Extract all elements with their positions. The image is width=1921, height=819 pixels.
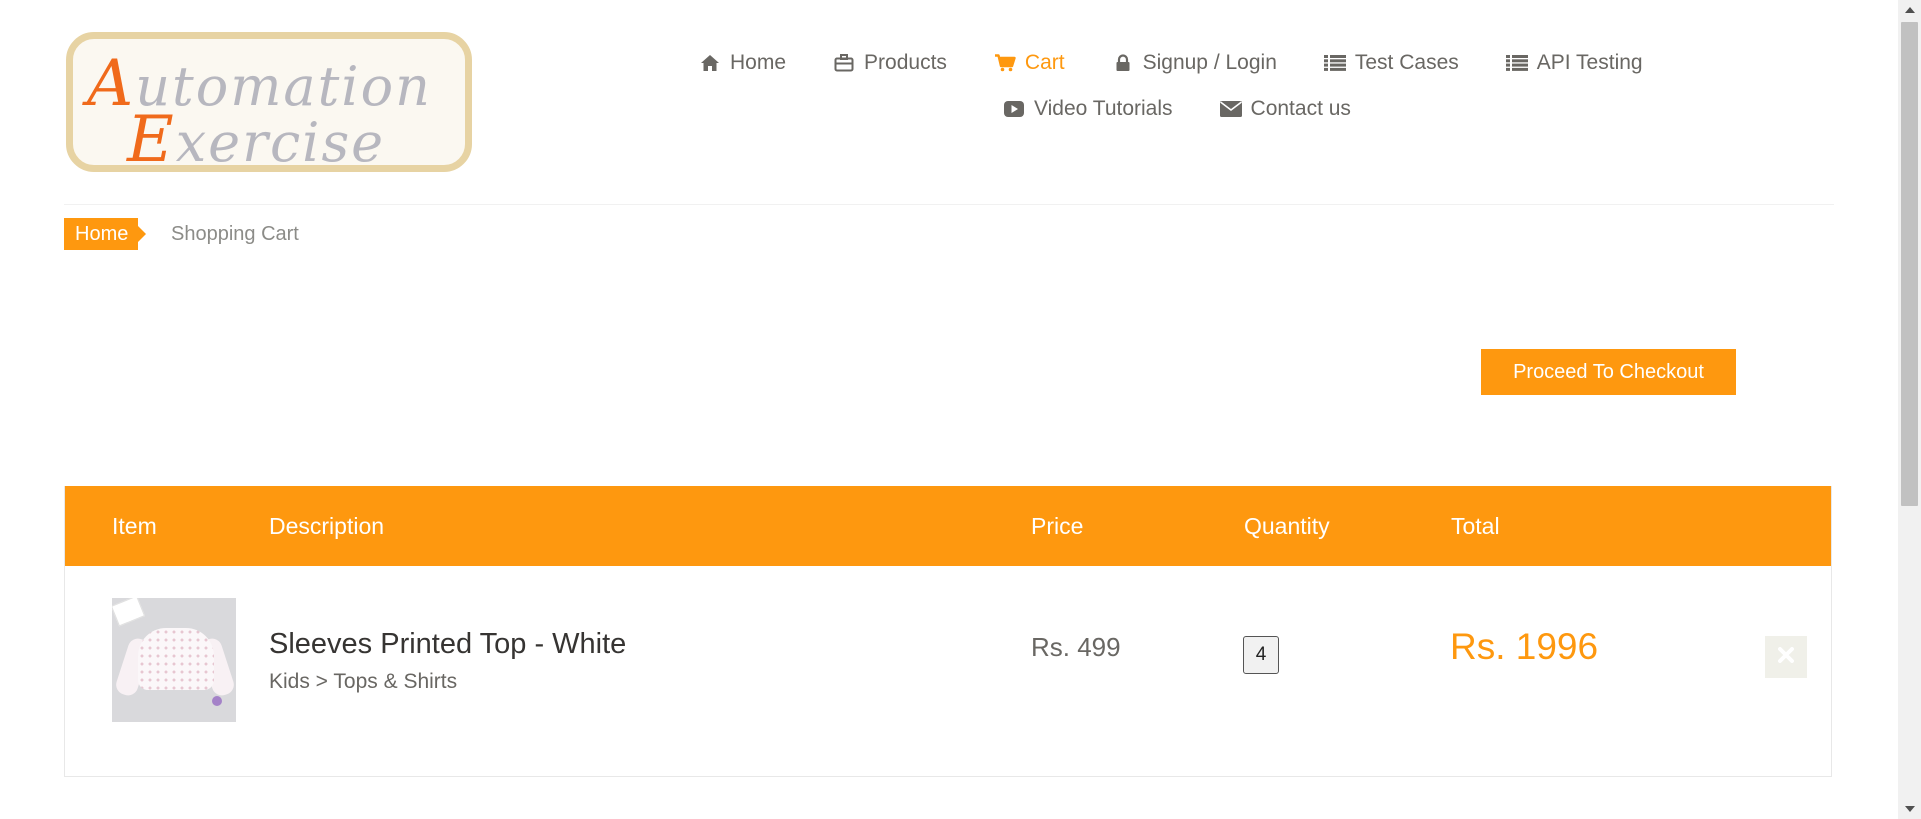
- product-category: Kids > Tops & Shirts: [269, 670, 458, 693]
- cart-header-row: Item Description Price Quantity Total: [65, 486, 1831, 566]
- vertical-scrollbar[interactable]: [1898, 0, 1921, 819]
- site-logo[interactable]: Automation Exercise: [66, 32, 472, 172]
- scroll-down-arrow-icon[interactable]: [1898, 799, 1921, 819]
- cart-table: Item Description Price Quantity Total Sl…: [64, 486, 1832, 777]
- table-row: Sleeves Printed Top - White Kids > Tops …: [65, 566, 1831, 776]
- home-icon: [698, 53, 722, 73]
- product-price: Rs. 499: [1031, 632, 1121, 662]
- nav-home-label: Home: [730, 51, 787, 74]
- scroll-up-arrow-icon[interactable]: [1898, 0, 1921, 20]
- list-icon: [1323, 53, 1347, 73]
- logo-cap-e: E: [127, 103, 176, 172]
- delete-item-button[interactable]: [1765, 636, 1807, 678]
- product-image-body: [138, 628, 214, 690]
- nav-row-1: Home Products Cart Signup / Login Test C…: [698, 46, 1690, 80]
- nav-row-2: Video Tutorials Contact us: [1002, 92, 1690, 126]
- youtube-play-icon: [1002, 99, 1026, 119]
- product-image-tag: [112, 598, 146, 627]
- nav-test-cases-label: Test Cases: [1354, 51, 1459, 74]
- lock-icon: [1111, 53, 1135, 73]
- close-icon: [1778, 646, 1794, 668]
- nav-video-tutorials[interactable]: Video Tutorials: [1002, 97, 1173, 121]
- scrollbar-thumb[interactable]: [1901, 22, 1918, 506]
- breadcrumb-home[interactable]: Home: [64, 218, 147, 250]
- nav-signup-login-label: Signup / Login: [1142, 51, 1277, 74]
- header-divider: [64, 204, 1834, 205]
- header-description: Description: [269, 513, 385, 539]
- nav-video-tutorials-label: Video Tutorials: [1034, 97, 1173, 120]
- nav-test-cases[interactable]: Test Cases: [1323, 51, 1459, 75]
- nav-api-testing[interactable]: API Testing: [1505, 51, 1643, 75]
- nav-contact-us-label: Contact us: [1250, 97, 1351, 120]
- proceed-to-checkout-button[interactable]: Proceed To Checkout: [1481, 349, 1736, 395]
- nav-cart[interactable]: Cart: [993, 51, 1065, 75]
- logo-text-2: xercise: [175, 111, 386, 172]
- product-name-link[interactable]: Sleeves Printed Top - White: [269, 628, 626, 661]
- list-icon: [1505, 53, 1529, 73]
- nav-products[interactable]: Products: [832, 51, 947, 75]
- nav-products-label: Products: [864, 51, 947, 74]
- product-image-pompom: [212, 696, 222, 706]
- shopping-cart-icon: [993, 53, 1017, 73]
- quantity-value: 4: [1243, 636, 1279, 674]
- envelope-icon: [1219, 99, 1243, 119]
- header-total: Total: [1451, 513, 1500, 539]
- briefcase-icon: [832, 53, 856, 73]
- logo-line-2: Exercise: [127, 103, 386, 172]
- nav-signup-login[interactable]: Signup / Login: [1111, 51, 1277, 75]
- nav-contact-us[interactable]: Contact us: [1219, 97, 1351, 121]
- nav-api-testing-label: API Testing: [1536, 51, 1643, 74]
- nav-cart-label: Cart: [1024, 51, 1065, 74]
- product-image[interactable]: [112, 598, 236, 722]
- header-item: Item: [112, 513, 157, 539]
- breadcrumb-current: Shopping Cart: [171, 223, 299, 245]
- page: Automation Exercise Home Products Cart S…: [0, 0, 1898, 819]
- nav-home[interactable]: Home: [698, 51, 786, 75]
- main-nav: Home Products Cart Signup / Login Test C…: [690, 46, 1690, 126]
- header-quantity: Quantity: [1244, 513, 1330, 539]
- product-total: Rs. 1996: [1450, 626, 1599, 667]
- header-price: Price: [1031, 513, 1084, 539]
